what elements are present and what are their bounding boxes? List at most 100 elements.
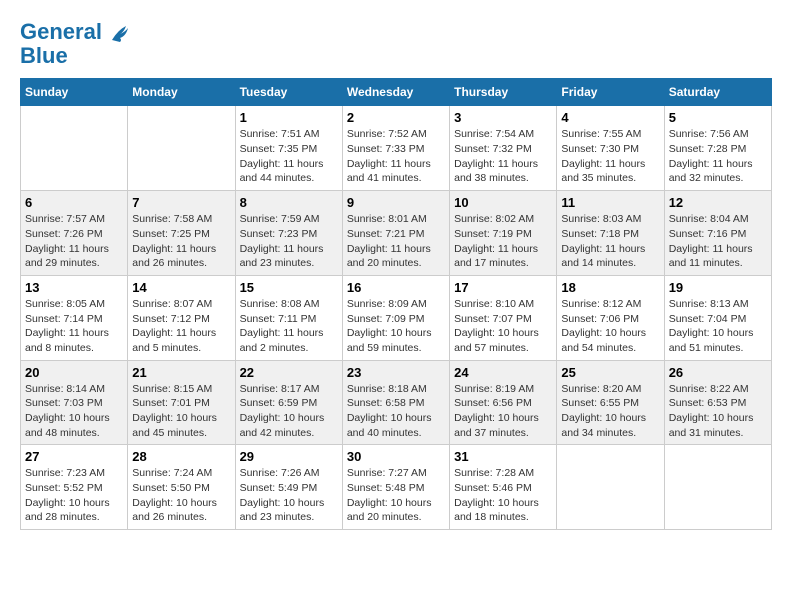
day-info: Sunrise: 7:23 AM Sunset: 5:52 PM Dayligh… <box>25 466 123 525</box>
day-info: Sunrise: 8:01 AM Sunset: 7:21 PM Dayligh… <box>347 212 445 271</box>
calendar-cell <box>21 106 128 191</box>
day-info: Sunrise: 7:24 AM Sunset: 5:50 PM Dayligh… <box>132 466 230 525</box>
day-info: Sunrise: 8:07 AM Sunset: 7:12 PM Dayligh… <box>132 297 230 356</box>
day-info: Sunrise: 8:03 AM Sunset: 7:18 PM Dayligh… <box>561 212 659 271</box>
day-number: 22 <box>240 365 338 380</box>
day-info: Sunrise: 7:54 AM Sunset: 7:32 PM Dayligh… <box>454 127 552 186</box>
day-info: Sunrise: 7:56 AM Sunset: 7:28 PM Dayligh… <box>669 127 767 186</box>
day-info: Sunrise: 8:17 AM Sunset: 6:59 PM Dayligh… <box>240 382 338 441</box>
day-info: Sunrise: 7:58 AM Sunset: 7:25 PM Dayligh… <box>132 212 230 271</box>
day-number: 31 <box>454 449 552 464</box>
day-number: 9 <box>347 195 445 210</box>
day-info: Sunrise: 8:09 AM Sunset: 7:09 PM Dayligh… <box>347 297 445 356</box>
weekday-header-tuesday: Tuesday <box>235 79 342 106</box>
day-number: 6 <box>25 195 123 210</box>
calendar-cell: 31 Sunrise: 7:28 AM Sunset: 5:46 PM Dayli… <box>450 445 557 530</box>
day-number: 28 <box>132 449 230 464</box>
logo-bird-icon <box>110 22 128 44</box>
calendar-cell: 28 Sunrise: 7:24 AM Sunset: 5:50 PM Dayli… <box>128 445 235 530</box>
day-number: 20 <box>25 365 123 380</box>
weekday-header-friday: Friday <box>557 79 664 106</box>
day-number: 10 <box>454 195 552 210</box>
day-number: 19 <box>669 280 767 295</box>
day-number: 23 <box>347 365 445 380</box>
day-number: 29 <box>240 449 338 464</box>
calendar-week-row: 20Sunrise: 8:14 AM Sunset: 7:03 PM Dayli… <box>21 360 772 445</box>
day-number: 8 <box>240 195 338 210</box>
calendar-cell <box>664 445 771 530</box>
logo: General Blue <box>20 20 128 68</box>
day-info: Sunrise: 8:20 AM Sunset: 6:55 PM Dayligh… <box>561 382 659 441</box>
calendar-cell: 15 Sunrise: 8:08 AM Sunset: 7:11 PM Dayli… <box>235 275 342 360</box>
day-number: 5 <box>669 110 767 125</box>
day-number: 11 <box>561 195 659 210</box>
day-info: Sunrise: 7:52 AM Sunset: 7:33 PM Dayligh… <box>347 127 445 186</box>
day-number: 17 <box>454 280 552 295</box>
calendar-cell: 21 Sunrise: 8:15 AM Sunset: 7:01 PM Dayli… <box>128 360 235 445</box>
calendar-cell: 13Sunrise: 8:05 AM Sunset: 7:14 PM Dayli… <box>21 275 128 360</box>
calendar-week-row: 27 Sunrise: 7:23 AM Sunset: 5:52 PM Dayli… <box>21 445 772 530</box>
day-info: Sunrise: 7:51 AM Sunset: 7:35 PM Dayligh… <box>240 127 338 186</box>
calendar-cell: 16 Sunrise: 8:09 AM Sunset: 7:09 PM Dayli… <box>342 275 449 360</box>
day-number: 21 <box>132 365 230 380</box>
calendar-cell: 27 Sunrise: 7:23 AM Sunset: 5:52 PM Dayli… <box>21 445 128 530</box>
day-number: 24 <box>454 365 552 380</box>
calendar-cell: 3 Sunrise: 7:54 AM Sunset: 7:32 PM Daylig… <box>450 106 557 191</box>
day-info: Sunrise: 7:28 AM Sunset: 5:46 PM Dayligh… <box>454 466 552 525</box>
day-number: 15 <box>240 280 338 295</box>
calendar-cell: 18 Sunrise: 8:12 AM Sunset: 7:06 PM Dayli… <box>557 275 664 360</box>
weekday-header-wednesday: Wednesday <box>342 79 449 106</box>
day-info: Sunrise: 8:10 AM Sunset: 7:07 PM Dayligh… <box>454 297 552 356</box>
day-number: 27 <box>25 449 123 464</box>
calendar-cell: 7 Sunrise: 7:58 AM Sunset: 7:25 PM Daylig… <box>128 191 235 276</box>
day-number: 12 <box>669 195 767 210</box>
day-info: Sunrise: 8:02 AM Sunset: 7:19 PM Dayligh… <box>454 212 552 271</box>
calendar-cell: 12 Sunrise: 8:04 AM Sunset: 7:16 PM Dayli… <box>664 191 771 276</box>
day-info: Sunrise: 8:12 AM Sunset: 7:06 PM Dayligh… <box>561 297 659 356</box>
day-info: Sunrise: 8:19 AM Sunset: 6:56 PM Dayligh… <box>454 382 552 441</box>
calendar-cell: 4Sunrise: 7:55 AM Sunset: 7:30 PM Daylig… <box>557 106 664 191</box>
day-number: 18 <box>561 280 659 295</box>
day-number: 14 <box>132 280 230 295</box>
weekday-header-sunday: Sunday <box>21 79 128 106</box>
day-number: 13 <box>25 280 123 295</box>
calendar-cell: 24 Sunrise: 8:19 AM Sunset: 6:56 PM Dayli… <box>450 360 557 445</box>
calendar-cell: 30 Sunrise: 7:27 AM Sunset: 5:48 PM Dayli… <box>342 445 449 530</box>
weekday-header-thursday: Thursday <box>450 79 557 106</box>
weekday-header-monday: Monday <box>128 79 235 106</box>
logo-general: General <box>20 19 102 44</box>
calendar-cell: 6 Sunrise: 7:57 AM Sunset: 7:26 PM Daylig… <box>21 191 128 276</box>
day-info: Sunrise: 8:22 AM Sunset: 6:53 PM Dayligh… <box>669 382 767 441</box>
calendar-cell: 2Sunrise: 7:52 AM Sunset: 7:33 PM Daylig… <box>342 106 449 191</box>
calendar-cell: 14 Sunrise: 8:07 AM Sunset: 7:12 PM Dayli… <box>128 275 235 360</box>
weekday-header-saturday: Saturday <box>664 79 771 106</box>
calendar-cell: 10 Sunrise: 8:02 AM Sunset: 7:19 PM Dayli… <box>450 191 557 276</box>
day-info: Sunrise: 7:57 AM Sunset: 7:26 PM Dayligh… <box>25 212 123 271</box>
day-info: Sunrise: 8:18 AM Sunset: 6:58 PM Dayligh… <box>347 382 445 441</box>
day-number: 7 <box>132 195 230 210</box>
calendar-cell: 22 Sunrise: 8:17 AM Sunset: 6:59 PM Dayli… <box>235 360 342 445</box>
day-number: 26 <box>669 365 767 380</box>
day-info: Sunrise: 8:08 AM Sunset: 7:11 PM Dayligh… <box>240 297 338 356</box>
day-info: Sunrise: 7:27 AM Sunset: 5:48 PM Dayligh… <box>347 466 445 525</box>
calendar-cell: 23 Sunrise: 8:18 AM Sunset: 6:58 PM Dayli… <box>342 360 449 445</box>
page-header: General Blue <box>20 20 772 68</box>
calendar-cell: 26 Sunrise: 8:22 AM Sunset: 6:53 PM Dayli… <box>664 360 771 445</box>
logo-blue: Blue <box>20 43 68 68</box>
day-info: Sunrise: 7:59 AM Sunset: 7:23 PM Dayligh… <box>240 212 338 271</box>
calendar-week-row: 1 Sunrise: 7:51 AM Sunset: 7:35 PM Daylig… <box>21 106 772 191</box>
calendar-cell: 19Sunrise: 8:13 AM Sunset: 7:04 PM Dayli… <box>664 275 771 360</box>
day-number: 3 <box>454 110 552 125</box>
calendar-week-row: 13Sunrise: 8:05 AM Sunset: 7:14 PM Dayli… <box>21 275 772 360</box>
calendar-cell: 9 Sunrise: 8:01 AM Sunset: 7:21 PM Daylig… <box>342 191 449 276</box>
calendar-cell: 17 Sunrise: 8:10 AM Sunset: 7:07 PM Dayli… <box>450 275 557 360</box>
day-number: 30 <box>347 449 445 464</box>
day-info: Sunrise: 7:26 AM Sunset: 5:49 PM Dayligh… <box>240 466 338 525</box>
calendar-week-row: 6 Sunrise: 7:57 AM Sunset: 7:26 PM Daylig… <box>21 191 772 276</box>
calendar-cell <box>557 445 664 530</box>
calendar-table: SundayMondayTuesdayWednesdayThursdayFrid… <box>20 78 772 530</box>
day-info: Sunrise: 8:04 AM Sunset: 7:16 PM Dayligh… <box>669 212 767 271</box>
day-number: 1 <box>240 110 338 125</box>
day-number: 16 <box>347 280 445 295</box>
day-info: Sunrise: 8:15 AM Sunset: 7:01 PM Dayligh… <box>132 382 230 441</box>
